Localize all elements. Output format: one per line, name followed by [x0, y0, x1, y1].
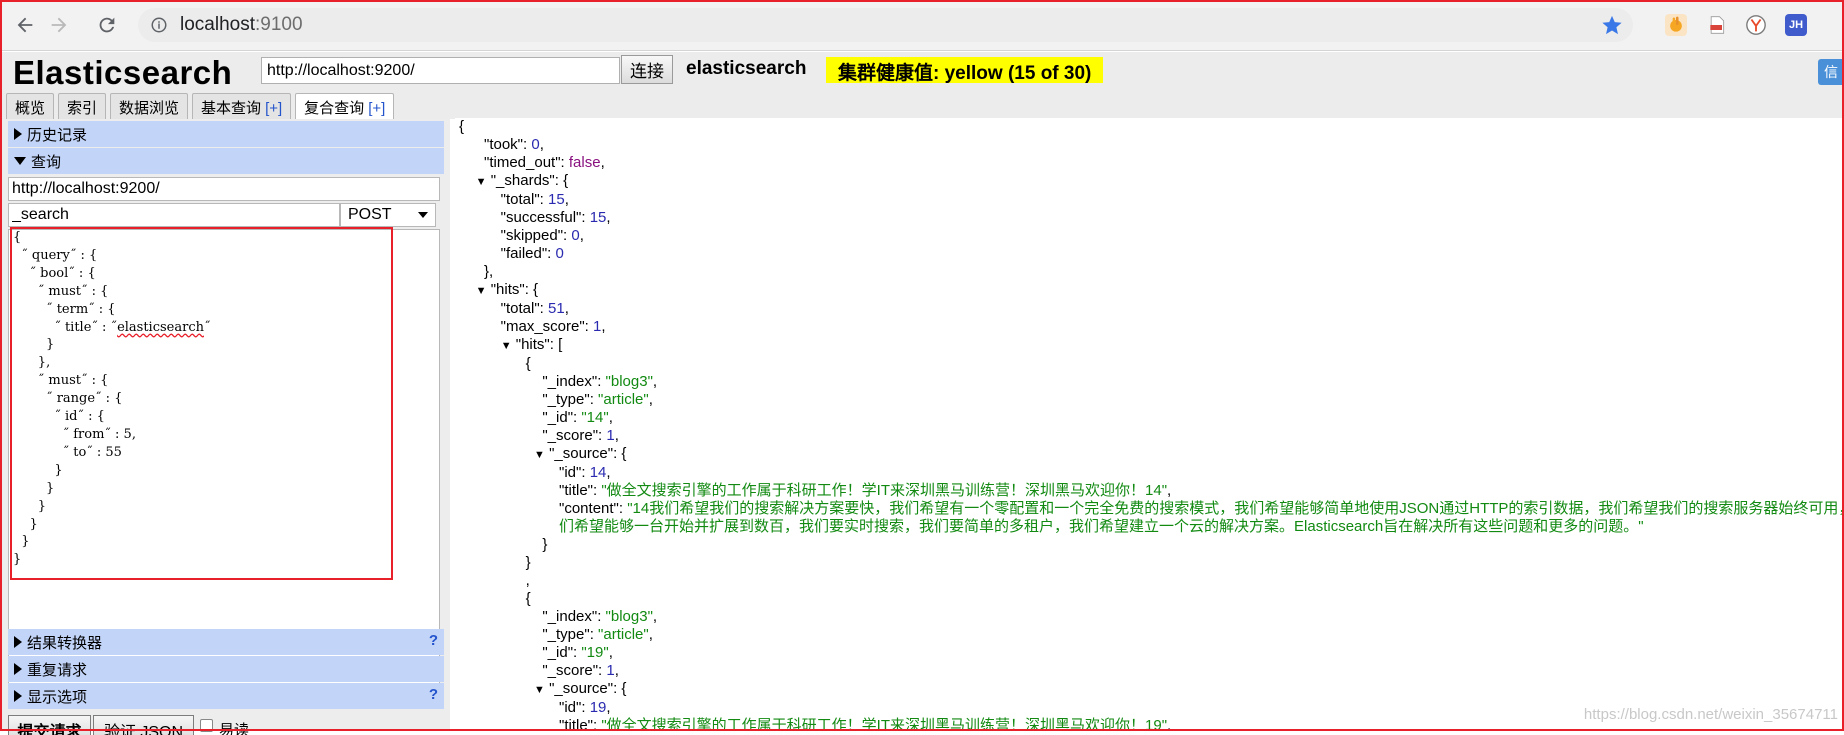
- info-icon[interactable]: [150, 16, 168, 34]
- collapse-toggle-icon[interactable]: ▼: [534, 449, 545, 461]
- cluster-url-input[interactable]: [261, 57, 620, 84]
- cluster-health-badge: 集群健康值: yellow (15 of 30): [826, 57, 1104, 84]
- http-method-select[interactable]: POST: [340, 203, 436, 227]
- extension-pdf-icon[interactable]: [1706, 14, 1728, 36]
- json-result-view: { "took": 0, "timed_out": false, ▼ "_sha…: [459, 118, 1844, 731]
- misspelled-word: elasticsearch: [117, 319, 204, 335]
- forward-button[interactable]: [44, 10, 74, 40]
- info-button[interactable]: 信: [1818, 59, 1844, 85]
- app-title: Elasticsearch: [13, 54, 233, 91]
- collapse-toggle-icon[interactable]: ▼: [534, 684, 545, 696]
- query-body-code: { ˝ query˝ : { ˝ bool˝ : { ˝ must˝ : { ˝…: [13, 230, 211, 568]
- watermark: https://blog.csdn.net/weixin_35674711: [1583, 706, 1838, 723]
- collapse-triangle-icon: [14, 157, 26, 165]
- address-bar[interactable]: localhost:9100: [138, 8, 1633, 42]
- cluster-name: elasticsearch: [686, 58, 807, 79]
- extension-jh-icon[interactable]: JH: [1785, 14, 1807, 36]
- query-path-input[interactable]: [8, 203, 340, 227]
- result-panel: { "took": 0, "timed_out": false, ▼ "_sha…: [455, 118, 1844, 731]
- query-section-header[interactable]: 查询: [8, 148, 444, 174]
- reload-button[interactable]: [92, 10, 122, 40]
- back-button[interactable]: [10, 10, 40, 40]
- extension-hand-icon[interactable]: [1665, 14, 1687, 36]
- collapse-toggle-icon[interactable]: ▼: [476, 176, 487, 188]
- collapse-toggle-icon[interactable]: ▼: [476, 285, 487, 297]
- resize-handle-icon[interactable]: [427, 695, 437, 705]
- expand-triangle-icon: [14, 128, 22, 140]
- collapse-toggle-icon[interactable]: ▼: [501, 340, 512, 352]
- tab-compound-query[interactable]: 复合查询 [+]: [295, 93, 395, 120]
- app-header: Elasticsearch 连接 elasticsearch 集群健康值: ye…: [0, 52, 1844, 120]
- query-url-input[interactable]: [8, 177, 440, 201]
- connect-button[interactable]: 连接: [621, 55, 673, 84]
- reload-icon: [99, 17, 115, 33]
- main-tabs: 概览 索引 数据浏览 基本查询 [+] 复合查询 [+]: [6, 93, 398, 120]
- bookmark-star-icon[interactable]: [1601, 14, 1623, 36]
- history-section-header[interactable]: 历史记录: [8, 121, 444, 147]
- tab-basic-query[interactable]: 基本查询 [+]: [192, 93, 292, 119]
- tab-indices[interactable]: 索引: [58, 93, 107, 119]
- tab-browser[interactable]: 数据浏览: [110, 93, 189, 119]
- tab-overview[interactable]: 概览: [6, 93, 55, 119]
- chevron-down-icon: [418, 212, 428, 218]
- arrow-right-icon: [51, 17, 67, 33]
- arrow-left-icon: [17, 17, 33, 33]
- browser-toolbar: localhost:9100 JH: [0, 0, 1844, 51]
- address-url: localhost:9100: [180, 14, 303, 35]
- extension-y-icon[interactable]: [1745, 14, 1767, 36]
